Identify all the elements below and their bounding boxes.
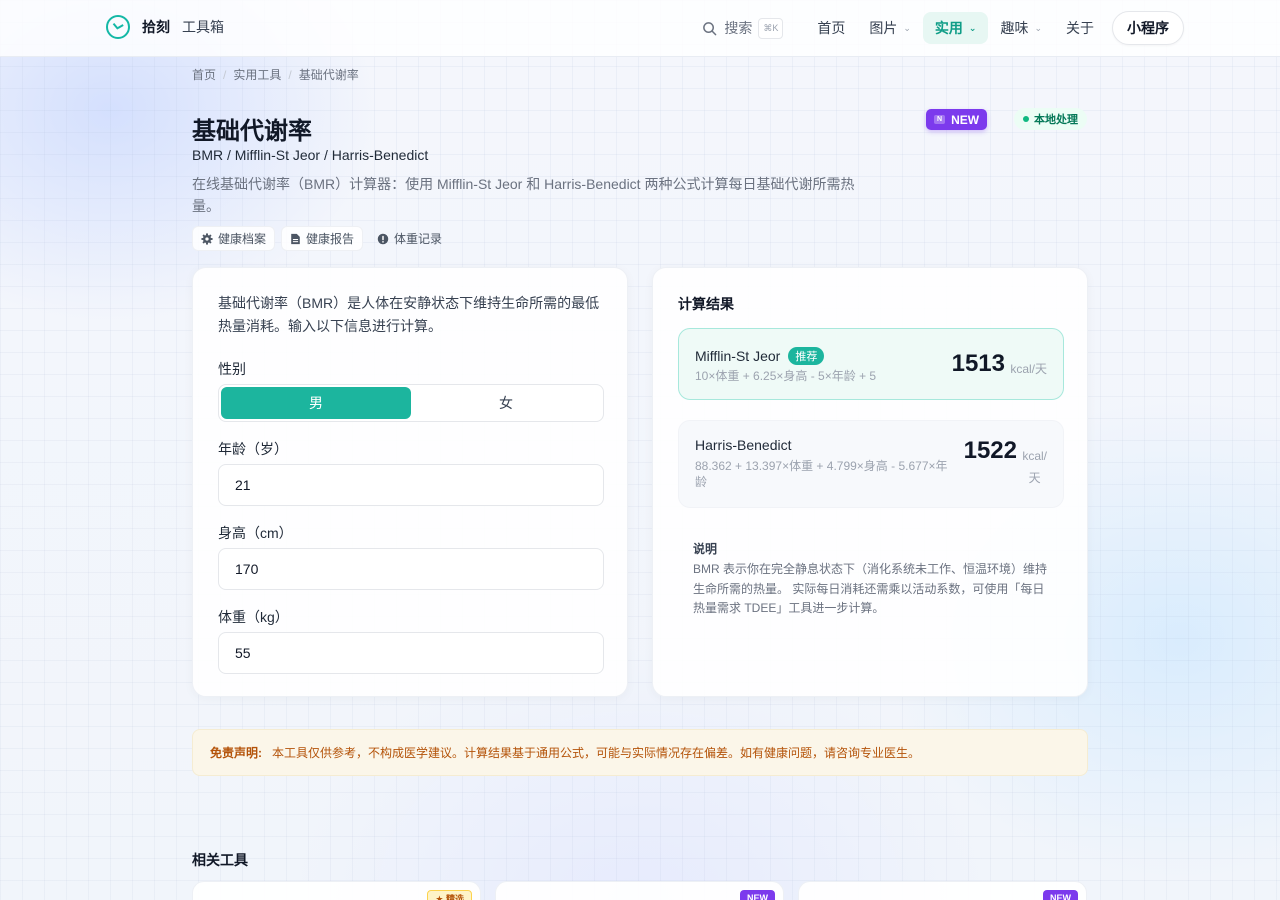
nav-item-fun[interactable]: 趣味 ⌄ [988,12,1054,44]
recommended-badge: 推荐 [788,347,825,365]
info-icon [377,233,389,244]
chevron-down-icon: ⌄ [968,22,977,33]
age-label: 年龄（岁） [218,441,288,457]
chip-label: 体重记录 [394,232,443,246]
formula-name-text: Harris-Benedict [695,437,792,453]
formula-name: Mifflin-St Jeor 推荐 [695,347,825,365]
breadcrumb-category[interactable]: 实用工具 [233,66,281,83]
formula-name-text: Mifflin-St Jeor [695,348,781,364]
calculator-intro: 基础代谢率（BMR）是人体在安静状态下维持生命所需的最低热量消耗。输入以下信息进… [218,295,600,334]
formula-name: Harris-Benedict [695,437,791,453]
chevron-down-icon: ⌄ [1034,22,1042,33]
chip-label: 健康档案 [218,232,267,246]
formula-expression: 10×体重 + 6.25×身高 - 5×年龄 + 5 [695,369,877,383]
height-input[interactable]: 170 [218,548,604,590]
weight-input[interactable]: 55 [218,632,604,674]
search-button[interactable]: 搜索 ⌘K [702,17,784,39]
brand-subtitle: 工具箱 [182,19,224,35]
results-title: 计算结果 [678,296,734,312]
result-harris: Harris-Benedict 88.362 + 13.397×体重 + 4.7… [678,420,1064,508]
gender-toggle: 男 女 [218,384,604,422]
gear-icon [201,232,213,245]
search-icon [703,21,717,35]
search-label: 搜索 [724,20,753,36]
breadcrumb-separator: / [223,67,227,82]
local-processing-badge: 本地处理 [1014,108,1087,130]
breadcrumb: 首页 / 实用工具 / 基础代谢率 [192,66,359,83]
new-badge: NEW [1043,890,1078,900]
breadcrumb-home[interactable]: 首页 [192,66,216,83]
gender-option-female[interactable]: 女 [411,387,601,419]
nav-item-home[interactable]: 首页 [805,12,857,44]
nav-item-label: 趣味 [1000,20,1029,36]
bmr-value: 1513 [951,350,1005,377]
chip-weight-log[interactable]: 体重记录 [369,226,450,251]
nav-item-label: 关于 [1066,20,1094,36]
page-subtitle: BMR / Mifflin-St Jeor / Harris-Benedict [192,147,429,163]
nav-item-images[interactable]: 图片 ⌄ [857,12,923,44]
nav-item-label: 实用 [934,20,963,36]
new-badge-icon: N [934,115,946,124]
bmr-unit-line2: 天 [1028,471,1041,485]
bmr-unit-line1: kcal/ [1022,449,1047,463]
mini-program-button[interactable]: 小程序 [1112,11,1184,45]
brand-name: 拾刻 [142,19,170,35]
featured-badge: ★ 精选 [427,890,472,900]
page-description: 在线基础代谢率（BMR）计算器：使用 Mifflin-St Jeor 和 Har… [192,176,855,214]
height-label: 身高（cm） [218,525,293,541]
breadcrumb-separator: / [288,67,292,82]
related-tool-card[interactable]: NEW [798,881,1087,900]
bmr-unit: kcal/天 [1010,362,1047,376]
breadcrumb-current: 基础代谢率 [298,68,359,82]
chip-label: 健康报告 [306,232,355,246]
new-badge: N NEW [926,109,988,130]
nav-item-about[interactable]: 关于 [1054,12,1106,44]
new-badge-label: NEW [951,112,980,127]
top-nav: 拾刻 工具箱 搜索 ⌘K 首页 图片 ⌄ 实用 ⌄ 趣味 ⌄ 关于 小程序 [0,0,1280,57]
results-card: 计算结果 Mifflin-St Jeor 推荐 10×体重 + 6.25×身高 … [652,267,1088,697]
clock-logo-icon [106,15,130,39]
page-title: 基础代谢率 [192,118,312,145]
related-links: 健康档案 健康报告 体重记录 [192,226,456,251]
related-tool-card[interactable]: NEW [495,881,784,900]
nav-item-label: 图片 [869,20,898,36]
age-input[interactable]: 21 [218,464,604,506]
chevron-down-icon: ⌄ [903,22,911,33]
bmr-value: 1522 [963,437,1017,464]
chip-health-report[interactable]: 健康报告 [281,226,364,251]
bmr-unit: kcal/ 天 [1022,445,1047,489]
note-title: 说明 [693,542,718,556]
chip-health-profile[interactable]: 健康档案 [192,226,276,251]
result-mifflin: Mifflin-St Jeor 推荐 10×体重 + 6.25×身高 - 5×年… [678,328,1064,400]
document-icon [291,233,300,244]
gender-option-male[interactable]: 男 [221,387,411,419]
search-shortcut: ⌘K [758,17,784,39]
disclaimer-text: 本工具仅供参考，不构成医学建议。计算结果基于通用公式，可能与实际情况存在偏差。如… [272,746,921,760]
nav-item-label: 首页 [817,20,846,36]
new-badge: NEW [740,890,775,900]
nav-item-utility[interactable]: 实用 ⌄ [922,12,989,44]
status-dot-icon [1023,116,1029,122]
related-tool-card[interactable]: ★ 精选 [192,881,481,900]
formula-expression: 88.362 + 13.397×体重 + 4.799×身高 - 5.677×年龄 [695,459,948,489]
related-tools-title: 相关工具 [192,852,248,868]
local-processing-label: 本地处理 [1034,114,1078,126]
input-card: 基础代谢率（BMR）是人体在安静状态下维持生命所需的最低热量消耗。输入以下信息进… [192,267,628,697]
note-body: BMR 表示你在完全静息状态下（消化系统未工作、恒温环境）维持生命所需的热量。 … [693,562,1048,615]
gender-label: 性别 [218,361,246,377]
disclaimer-label: 免责声明: [210,746,262,760]
weight-label: 体重（kg） [218,609,289,625]
disclaimer-banner: 免责声明: 本工具仅供参考，不构成医学建议。计算结果基于通用公式，可能与实际情况… [192,729,1088,776]
brand[interactable]: 拾刻 工具箱 [106,15,224,39]
